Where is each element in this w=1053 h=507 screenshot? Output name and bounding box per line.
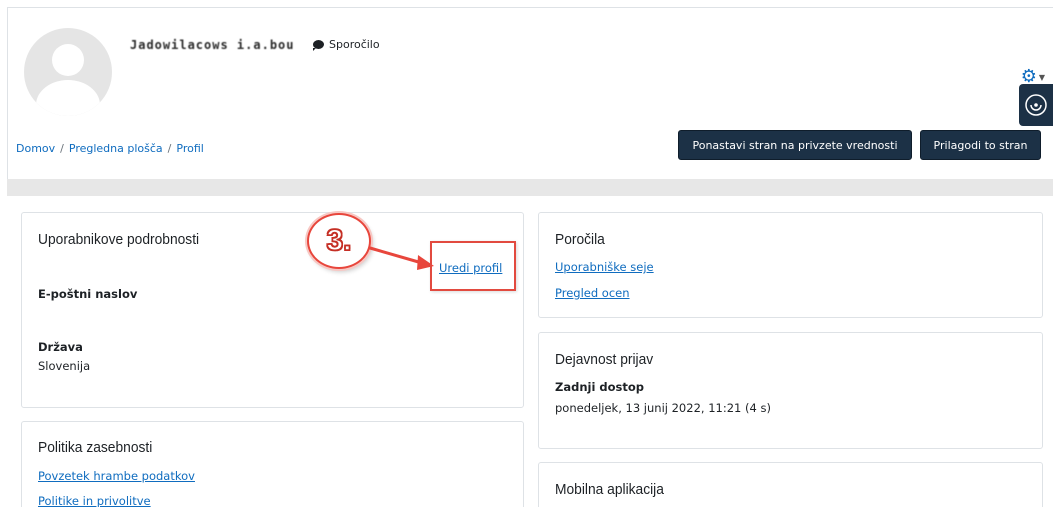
breadcrumb-home[interactable]: Domov — [16, 142, 55, 155]
country-value: Slovenija — [38, 359, 91, 373]
data-retention-link[interactable]: Povzetek hrambe podatkov — [38, 469, 195, 483]
breadcrumb-profile[interactable]: Profil — [176, 142, 203, 155]
mobile-app-title: Mobilna aplikacija — [555, 481, 664, 498]
mobile-app-card: Mobilna aplikacija — [538, 462, 1043, 507]
annotation-arrow — [368, 246, 434, 270]
customize-page-button[interactable]: Prilagodi to stran — [920, 130, 1041, 160]
avatar-body — [36, 80, 100, 116]
privacy-title: Politika zasebnosti — [38, 439, 153, 456]
avatar-head — [52, 44, 84, 76]
accessibility-widget[interactable] — [1019, 84, 1053, 126]
speech-bubble-icon — [313, 40, 324, 51]
reset-page-button[interactable]: Ponastavi stran na privzete vrednosti — [678, 130, 912, 160]
accessibility-icon — [1025, 94, 1047, 116]
step-annotation-label: 3. — [326, 223, 353, 258]
breadcrumb-separator: / — [60, 142, 64, 155]
last-access-value: ponedeljek, 13 junij 2022, 11:21 (4 s) — [555, 401, 771, 415]
email-label: E-poštni naslov — [38, 287, 138, 301]
highlight-box — [430, 241, 516, 291]
login-activity-card: Dejavnost prijav Zadnji dostop ponedelje… — [538, 332, 1043, 449]
user-sessions-link[interactable]: Uporabniške seje — [555, 260, 654, 274]
step-annotation-badge: 3. — [307, 213, 371, 269]
user-name[interactable]: Jadowilacows i.a.bou — [130, 38, 295, 52]
grades-overview-link[interactable]: Pregled ocen — [555, 286, 630, 300]
message-link[interactable]: Sporočilo — [313, 38, 380, 51]
breadcrumb: Domov / Pregledna plošča / Profil — [16, 142, 204, 155]
login-activity-title: Dejavnost prijav — [555, 351, 654, 368]
chevron-down-icon: ▼ — [1038, 72, 1045, 82]
policies-link[interactable]: Politike in privolitve — [38, 494, 151, 507]
breadcrumb-separator: / — [167, 142, 172, 155]
message-label: Sporočilo — [329, 38, 380, 51]
page-divider — [7, 179, 1053, 196]
reports-card: Poročila Uporabniške seje Pregled ocen — [538, 212, 1043, 318]
avatar[interactable] — [24, 28, 112, 116]
last-access-label: Zadnji dostop — [555, 380, 645, 394]
country-label: Država — [38, 340, 83, 354]
user-details-title: Uporabnikove podrobnosti — [38, 231, 200, 248]
privacy-card: Politika zasebnosti Povzetek hrambe poda… — [21, 421, 524, 507]
breadcrumb-dashboard[interactable]: Pregledna plošča — [69, 142, 163, 155]
reports-title: Poročila — [555, 231, 605, 248]
